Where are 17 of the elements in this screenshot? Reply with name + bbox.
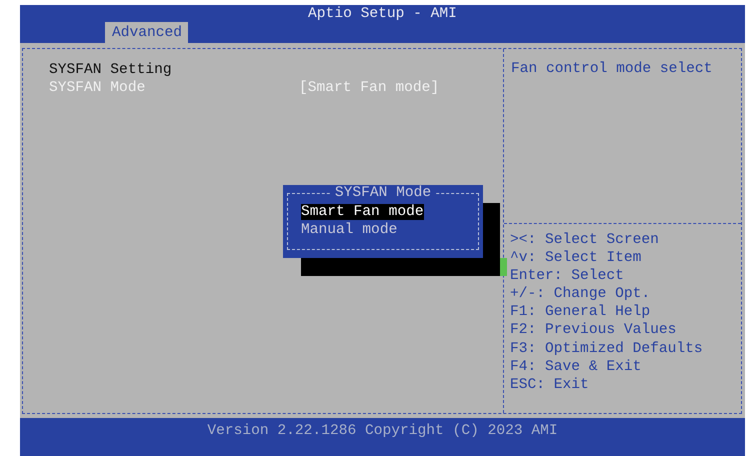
key-hint: ESC: Exit — [510, 376, 590, 394]
key-hint: F4: Save & Exit — [510, 358, 642, 376]
popup-option[interactable]: Manual mode — [301, 222, 398, 238]
key-hint: F2: Previous Values — [510, 321, 678, 340]
tab[interactable]: Advanced — [105, 22, 188, 43]
key-hint: ^v: Select Item — [510, 249, 642, 268]
key-hint: F3: Optimized Defaults — [510, 340, 704, 358]
cursor-block — [500, 258, 507, 276]
version-text: Version 2.22.1286 Copyright (C) 2023 AMI — [207, 423, 558, 439]
key-hint: Enter: Select — [510, 267, 625, 286]
key-hint: +/-: Change Opt. — [510, 285, 652, 304]
help-text: Fan control mode select — [504, 49, 741, 224]
window-title: Aptio Setup - AMI — [307, 5, 458, 22]
key-hint: ><: Select Screen — [510, 231, 660, 250]
key-hint: F1: General Help — [510, 303, 652, 322]
popup-option[interactable]: Smart Fan mode — [301, 204, 424, 220]
section-heading: SYSFAN Setting — [49, 61, 172, 79]
